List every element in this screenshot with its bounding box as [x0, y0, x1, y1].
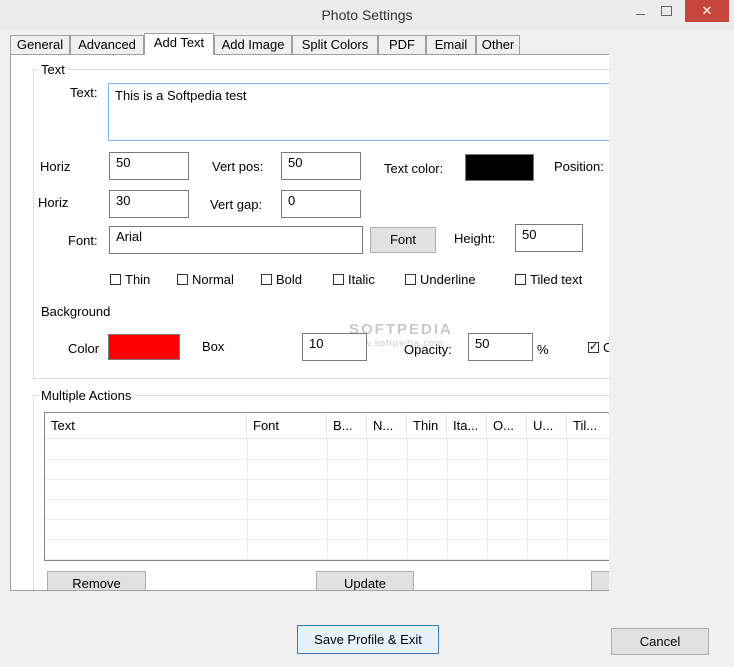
- font-button[interactable]: Font: [370, 227, 436, 253]
- column-header-normal[interactable]: N...: [367, 413, 407, 438]
- text-color-swatch[interactable]: [465, 154, 534, 181]
- column-header-thin[interactable]: Thin: [407, 413, 447, 438]
- actions-table[interactable]: Text Font B... N... Thin Ita... O... U..…: [44, 412, 609, 561]
- font-label: Font:: [68, 233, 98, 248]
- tab-advanced[interactable]: Advanced: [70, 35, 144, 54]
- remove-button[interactable]: Remove: [47, 571, 146, 590]
- column-header-tiled[interactable]: Til...: [567, 413, 609, 438]
- underline-checkbox-label: Underline: [420, 272, 476, 287]
- background-color-swatch[interactable]: [108, 334, 180, 360]
- tab-email[interactable]: Email: [426, 35, 476, 54]
- minimize-button[interactable]: [627, 0, 653, 22]
- position-label: Position:: [554, 159, 604, 174]
- update-button[interactable]: Update: [316, 571, 414, 590]
- photo-settings-window: Photo Settings ✕ General Advanced Add Te…: [0, 0, 734, 667]
- vert-gap-label: Vert gap:: [210, 197, 263, 212]
- italic-checkbox[interactable]: Italic: [333, 272, 375, 287]
- maximize-icon: [660, 6, 672, 16]
- actions-table-header: Text Font B... N... Thin Ita... O... U..…: [45, 413, 609, 439]
- cancel-button[interactable]: Cancel: [611, 628, 709, 655]
- tab-add-text[interactable]: Add Text: [144, 33, 214, 55]
- column-divider: [567, 438, 568, 560]
- tab-pdf[interactable]: PDF: [378, 35, 426, 54]
- opacity-percent: %: [537, 342, 549, 357]
- close-icon: ✕: [701, 3, 713, 18]
- horiz-label-1: Horiz: [40, 159, 71, 174]
- maximize-button[interactable]: [653, 0, 679, 22]
- opacity-input[interactable]: 50: [468, 333, 533, 361]
- text-color-label: Text color:: [384, 161, 444, 176]
- opacity-label: Opacity:: [404, 342, 452, 357]
- column-divider: [527, 438, 528, 560]
- horiz-input-1[interactable]: 50: [109, 152, 189, 180]
- window-title: Photo Settings: [321, 7, 413, 23]
- background-c-checkbox-label: C: [603, 340, 609, 355]
- text-label: Text:: [70, 85, 98, 100]
- bold-checkbox-label: Bold: [276, 272, 303, 287]
- normal-checkbox[interactable]: Normal: [177, 272, 234, 287]
- normal-checkbox-label: Normal: [192, 272, 234, 287]
- italic-checkbox-label: Italic: [348, 272, 375, 287]
- tab-split-colors[interactable]: Split Colors: [292, 35, 378, 54]
- height-label: Height:: [454, 231, 496, 246]
- column-divider: [367, 438, 368, 560]
- tiled-text-checkbox-label: Tiled text: [530, 272, 583, 287]
- background-c-checkbox-box[interactable]: [588, 340, 599, 353]
- background-color-label: Color: [68, 341, 100, 356]
- text-input[interactable]: This is a Softpedia test: [108, 83, 609, 141]
- thin-checkbox[interactable]: Thin: [110, 272, 150, 287]
- vert-pos-input[interactable]: 50: [281, 152, 361, 180]
- bold-checkbox-box[interactable]: [261, 274, 272, 285]
- tiled-text-checkbox-box[interactable]: [515, 274, 526, 285]
- column-header-o[interactable]: O...: [487, 413, 527, 438]
- minimize-icon: [635, 13, 645, 15]
- vert-gap-input[interactable]: 0: [281, 190, 361, 218]
- thin-checkbox-label: Thin: [125, 272, 151, 287]
- tab-general[interactable]: General: [10, 35, 70, 54]
- column-header-italic[interactable]: Ita...: [447, 413, 487, 438]
- column-header-text[interactable]: Text: [45, 413, 247, 438]
- column-divider: [487, 438, 488, 560]
- horiz-input-2[interactable]: 30: [109, 190, 189, 218]
- background-title: Background: [41, 304, 111, 319]
- thin-checkbox-box[interactable]: [110, 274, 121, 285]
- column-divider: [327, 438, 328, 560]
- add-button-partial[interactable]: [591, 571, 609, 590]
- save-profile-exit-button[interactable]: Save Profile & Exit: [297, 625, 439, 654]
- multiple-actions-title: Multiple Actions: [38, 388, 135, 403]
- text-group-title: Text: [38, 62, 68, 77]
- tab-add-image[interactable]: Add Image: [214, 35, 292, 54]
- tiled-text-checkbox[interactable]: Tiled text: [515, 272, 582, 287]
- column-divider: [447, 438, 448, 560]
- horiz-label-2: Horiz: [38, 195, 69, 210]
- italic-checkbox-box[interactable]: [333, 274, 344, 285]
- font-input[interactable]: Arial: [109, 226, 363, 254]
- column-divider: [407, 438, 408, 560]
- vert-pos-label: Vert pos:: [212, 159, 264, 174]
- normal-checkbox-box[interactable]: [177, 274, 188, 285]
- box-input[interactable]: 10: [302, 333, 367, 361]
- title-bar: Photo Settings ✕: [0, 0, 734, 31]
- close-button[interactable]: ✕: [685, 0, 729, 22]
- column-header-font[interactable]: Font: [247, 413, 327, 438]
- box-label: Box: [202, 339, 225, 354]
- underline-checkbox-box[interactable]: [405, 274, 416, 285]
- background-c-checkbox[interactable]: C: [588, 340, 609, 355]
- underline-checkbox[interactable]: Underline: [405, 272, 476, 287]
- bold-checkbox[interactable]: Bold: [261, 272, 302, 287]
- column-header-bold[interactable]: B...: [327, 413, 367, 438]
- add-text-panel: Text Text: This is a Softpedia test Hori…: [10, 54, 609, 591]
- column-header-underline[interactable]: U...: [527, 413, 567, 438]
- column-divider: [247, 438, 248, 560]
- tab-other[interactable]: Other: [476, 35, 520, 54]
- height-input[interactable]: 50: [515, 224, 583, 252]
